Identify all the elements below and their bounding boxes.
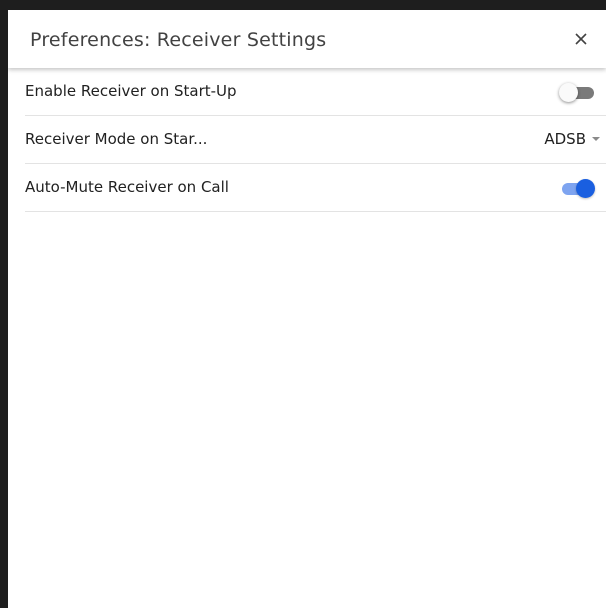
dialog-header: Preferences: Receiver Settings bbox=[8, 10, 606, 68]
toggle-thumb bbox=[559, 83, 578, 102]
preferences-dialog: Preferences: Receiver Settings Enable Re… bbox=[8, 10, 606, 608]
auto-mute-toggle[interactable] bbox=[559, 178, 595, 198]
dialog-title: Preferences: Receiver Settings bbox=[30, 29, 327, 51]
receiver-mode-value: ADSB bbox=[544, 130, 586, 148]
setting-row-auto-mute: Auto-Mute Receiver on Call bbox=[25, 164, 606, 212]
setting-row-enable-receiver: Enable Receiver on Start-Up bbox=[25, 68, 606, 116]
setting-row-receiver-mode: Receiver Mode on Star... ADSB bbox=[25, 116, 606, 164]
setting-label: Enable Receiver on Start-Up bbox=[25, 82, 237, 100]
dropdown-arrow-icon bbox=[589, 116, 603, 162]
receiver-mode-select[interactable]: ADSB bbox=[544, 116, 603, 162]
close-button[interactable] bbox=[566, 24, 596, 54]
settings-list: Enable Receiver on Start-Up Receiver Mod… bbox=[25, 68, 606, 212]
setting-label: Auto-Mute Receiver on Call bbox=[25, 178, 229, 196]
setting-label: Receiver Mode on Star... bbox=[25, 130, 208, 148]
toggle-thumb bbox=[576, 179, 595, 198]
close-icon bbox=[566, 24, 596, 54]
enable-receiver-toggle[interactable] bbox=[559, 82, 595, 102]
